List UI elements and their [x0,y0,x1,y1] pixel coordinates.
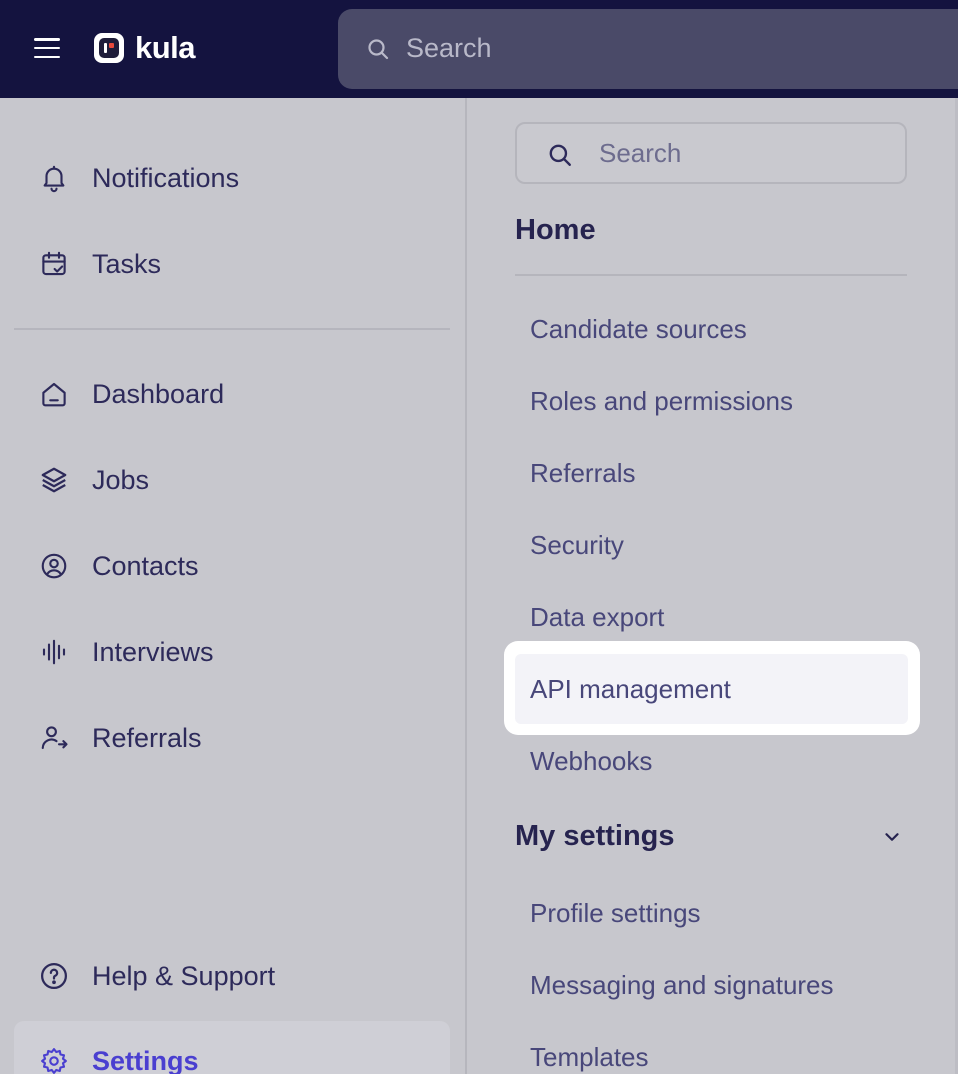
sidebar-item-label: Jobs [92,464,150,495]
audio-wave-icon [38,636,70,668]
sidebar-item-label: Settings [92,1045,199,1074]
home-icon [38,378,70,410]
settings-link-messaging-signatures[interactable]: Messaging and signatures [530,970,834,1001]
sidebar-item-label: Contacts [92,550,199,581]
sidebar-item-label: Tasks [92,248,162,279]
sidebar-item-help-support[interactable]: Help & Support [38,956,275,996]
sidebar-item-dashboard[interactable]: Dashboard [38,374,224,414]
settings-search-placeholder: Search [599,138,682,168]
kula-logo-icon [94,33,124,63]
settings-link-templates[interactable]: Templates [530,1042,649,1073]
user-circle-icon [38,550,70,582]
sidebar-divider [14,328,450,330]
sidebar-item-label: Interviews [92,636,214,667]
settings-link-candidate-sources[interactable]: Candidate sources [530,314,747,345]
sidebar-item-jobs[interactable]: Jobs [38,460,149,500]
settings-search-input[interactable]: Search [515,122,907,184]
settings-link-security[interactable]: Security [530,530,624,561]
search-icon [549,144,571,166]
app-name: kula [135,30,196,65]
sidebar-item-label: Help & Support [92,960,276,991]
calendar-check-icon [38,248,70,280]
settings-link-roles-permissions[interactable]: Roles and permissions [530,386,793,417]
user-share-icon [38,722,70,754]
sidebar-item-label: Referrals [92,722,202,753]
settings-link-referrals[interactable]: Referrals [530,458,635,489]
gear-icon [38,1045,70,1074]
settings-active-background [14,1021,450,1074]
sidebar-item-settings[interactable]: Settings [38,1041,199,1074]
sidebar-item-notifications[interactable]: Notifications [38,158,239,198]
section-title-my-settings[interactable]: My settings [515,820,675,853]
global-search-placeholder: Search [406,33,492,63]
sidebar: Notifications Tasks Dashboard Jobs Conta… [0,98,466,1074]
search-icon [368,39,389,60]
sidebar-item-referrals[interactable]: Referrals [38,718,202,758]
global-search-input[interactable]: Search [338,9,958,89]
menu-icon[interactable] [34,38,60,58]
sidebar-item-label: Notifications [92,162,240,193]
layers-icon [38,464,70,496]
settings-link-api-management[interactable]: API management [530,674,731,705]
chevron-down-icon[interactable] [881,826,903,848]
section-divider [515,274,907,276]
bell-icon [38,162,70,194]
settings-panel: Search Home Candidate sources Roles and … [467,98,958,1074]
top-bar: kula Search [0,0,958,98]
sidebar-item-interviews[interactable]: Interviews [38,632,214,672]
sidebar-item-tasks[interactable]: Tasks [38,244,161,284]
settings-link-profile-settings[interactable]: Profile settings [530,898,701,929]
sidebar-item-label: Dashboard [92,378,225,409]
settings-link-webhooks[interactable]: Webhooks [530,746,652,777]
question-circle-icon [38,960,70,992]
section-title-home: Home [515,214,596,246]
settings-link-data-export[interactable]: Data export [530,602,664,633]
sidebar-item-contacts[interactable]: Contacts [38,546,199,586]
